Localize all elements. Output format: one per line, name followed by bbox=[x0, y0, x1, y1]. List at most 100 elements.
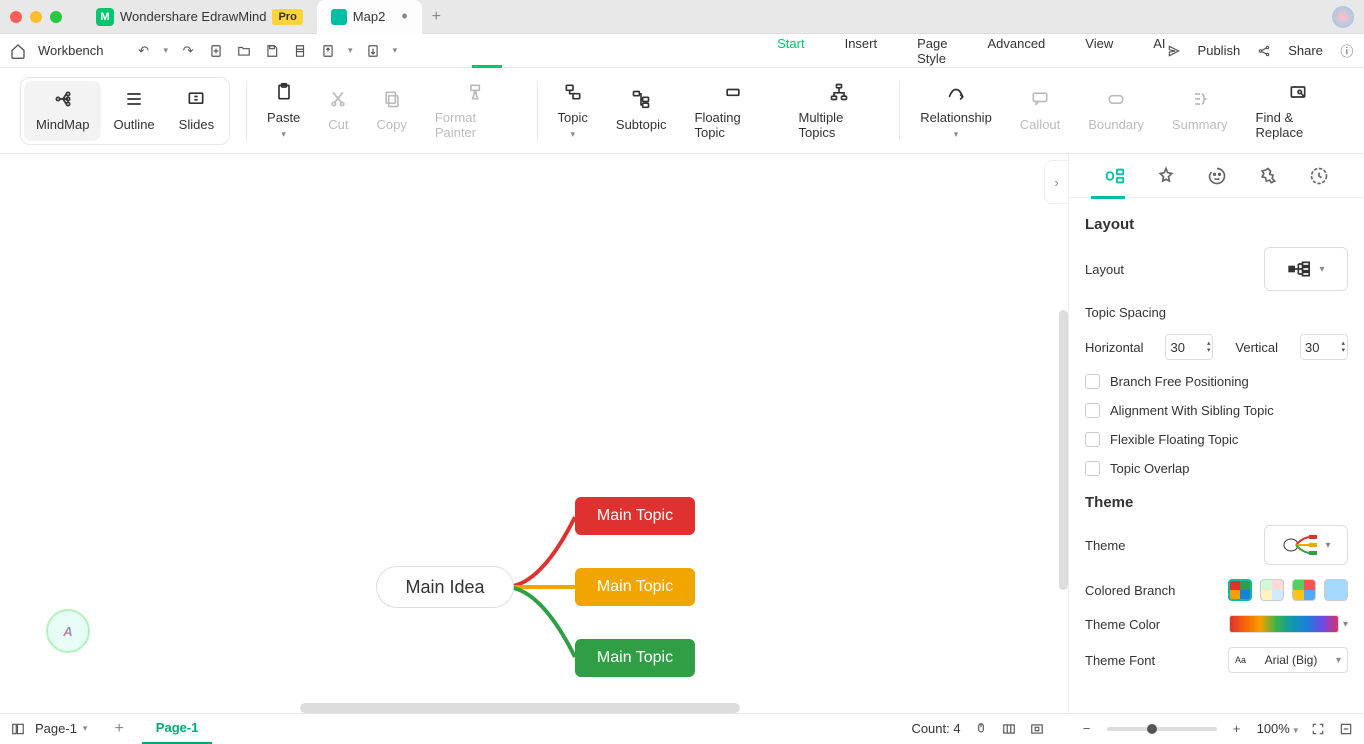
main-menu: Start Insert Page Style Advanced View AI bbox=[777, 36, 1165, 66]
flexible-floating-checkbox[interactable]: Flexible Floating Topic bbox=[1085, 432, 1348, 447]
paste-button[interactable]: Paste ▾ bbox=[253, 74, 314, 148]
icon-tab-icon[interactable] bbox=[1205, 164, 1229, 188]
close-window-icon[interactable] bbox=[10, 11, 22, 23]
multiple-topics-label: Multiple Topics bbox=[799, 110, 880, 140]
zoom-out-button[interactable]: − bbox=[1079, 721, 1095, 737]
boundary-button[interactable]: Boundary bbox=[1074, 76, 1158, 146]
menu-view[interactable]: View bbox=[1085, 36, 1113, 66]
find-replace-label: Find & Replace bbox=[1256, 110, 1340, 140]
home-icon[interactable] bbox=[10, 43, 26, 59]
unsaved-indicator: • bbox=[401, 6, 407, 27]
central-topic-node[interactable]: Main Idea bbox=[376, 566, 514, 608]
callout-button[interactable]: Callout bbox=[1006, 76, 1074, 146]
colored-branch-swatches bbox=[1228, 579, 1348, 601]
theme-color-selector[interactable]: ▾ bbox=[1229, 615, 1348, 633]
new-tab-button[interactable]: + bbox=[422, 8, 451, 26]
relationship-button[interactable]: Relationship ▾ bbox=[906, 74, 1006, 148]
fullscreen-icon[interactable] bbox=[1310, 721, 1326, 737]
redo-icon[interactable]: ↷ bbox=[180, 43, 196, 59]
center-view-icon[interactable] bbox=[1029, 721, 1045, 737]
subtopic-button[interactable]: Subtopic bbox=[602, 76, 681, 146]
horizontal-spacing-input[interactable]: 30▴▾ bbox=[1165, 334, 1213, 360]
cut-button[interactable]: Cut bbox=[314, 76, 362, 146]
copy-button[interactable]: Copy bbox=[363, 76, 421, 146]
fit-view-icon[interactable] bbox=[1001, 721, 1017, 737]
copy-label: Copy bbox=[377, 117, 407, 132]
user-avatar[interactable] bbox=[1332, 6, 1354, 28]
main-topic-node[interactable]: Main Topic bbox=[575, 639, 695, 677]
layout-tab-icon[interactable] bbox=[1103, 164, 1127, 188]
pages-panel-icon[interactable] bbox=[10, 721, 26, 737]
page-selector[interactable]: Page-1▾ bbox=[26, 718, 96, 739]
theme-font-selector[interactable]: AaArial (Big)▾ bbox=[1228, 647, 1348, 673]
topic-overlap-checkbox[interactable]: Topic Overlap bbox=[1085, 461, 1348, 476]
import-icon[interactable] bbox=[365, 43, 381, 59]
minimize-window-icon[interactable] bbox=[30, 11, 42, 23]
branch-swatch[interactable] bbox=[1292, 579, 1316, 601]
find-replace-button[interactable]: Find & Replace bbox=[1242, 74, 1354, 148]
colored-branch-label: Colored Branch bbox=[1085, 583, 1175, 598]
new-file-icon[interactable] bbox=[208, 43, 224, 59]
view-outline-label: Outline bbox=[113, 117, 154, 132]
horizontal-scrollbar[interactable] bbox=[300, 703, 740, 713]
main-topic-node[interactable]: Main Topic bbox=[575, 497, 695, 535]
help-icon[interactable]: ⓘ bbox=[1339, 43, 1355, 59]
topic-label: Topic bbox=[558, 110, 588, 125]
format-panel: Layout Layout ▾ Topic Spacing Horizontal… bbox=[1068, 154, 1364, 713]
maximize-window-icon[interactable] bbox=[50, 11, 62, 23]
zoom-in-button[interactable]: + bbox=[1229, 721, 1245, 737]
floating-topic-button[interactable]: Floating Topic bbox=[681, 74, 785, 148]
layout-section-title: Layout bbox=[1085, 216, 1348, 233]
menu-start[interactable]: Start bbox=[777, 36, 804, 66]
topic-button[interactable]: Topic ▾ bbox=[544, 74, 602, 148]
mindmap-canvas[interactable]: Main Idea Main Topic Main Topic Main Top… bbox=[0, 154, 1068, 713]
branch-swatch[interactable] bbox=[1324, 579, 1348, 601]
view-slides[interactable]: Slides bbox=[167, 81, 226, 141]
vertical-spacing-input[interactable]: 30▴▾ bbox=[1300, 334, 1348, 360]
clipart-tab-icon[interactable] bbox=[1256, 164, 1280, 188]
page-tab[interactable]: Page-1 bbox=[142, 714, 213, 744]
publish-icon bbox=[1166, 43, 1182, 59]
minimize-panel-icon[interactable] bbox=[1338, 721, 1354, 737]
main-topic-label: Main Topic bbox=[597, 507, 673, 525]
publish-button[interactable]: Publish bbox=[1198, 43, 1241, 58]
document-tab[interactable]: Map2 • bbox=[317, 0, 422, 34]
style-tab-icon[interactable] bbox=[1154, 164, 1178, 188]
window-controls bbox=[10, 11, 62, 23]
summary-label: Summary bbox=[1172, 117, 1228, 132]
add-page-button[interactable]: + bbox=[96, 720, 141, 738]
menu-ai[interactable]: AI bbox=[1153, 36, 1165, 66]
subtopic-label: Subtopic bbox=[616, 117, 667, 132]
save-icon[interactable] bbox=[264, 43, 280, 59]
main-topic-node[interactable]: Main Topic bbox=[575, 568, 695, 606]
view-outline[interactable]: Outline bbox=[101, 81, 166, 141]
branch-swatch[interactable] bbox=[1260, 579, 1284, 601]
branch-swatch[interactable] bbox=[1228, 579, 1252, 601]
workbench-link[interactable]: Workbench bbox=[38, 43, 104, 58]
collapse-panel-button[interactable]: › bbox=[1044, 160, 1068, 204]
alignment-checkbox[interactable]: Alignment With Sibling Topic bbox=[1085, 403, 1348, 418]
branch-free-checkbox[interactable]: Branch Free Positioning bbox=[1085, 374, 1348, 389]
undo-icon[interactable]: ↶ bbox=[136, 43, 152, 59]
vertical-scrollbar[interactable] bbox=[1059, 310, 1068, 590]
top-toolbar: Workbench ↶ ▾ ↷ ▾ ▾ Start Insert Page St… bbox=[0, 34, 1364, 68]
zoom-slider[interactable] bbox=[1107, 727, 1217, 731]
export-icon[interactable] bbox=[320, 43, 336, 59]
history-tab-icon[interactable] bbox=[1307, 164, 1331, 188]
menu-page-style[interactable]: Page Style bbox=[917, 36, 947, 66]
open-file-icon[interactable] bbox=[236, 43, 252, 59]
share-button[interactable]: Share bbox=[1288, 43, 1323, 58]
format-painter-button[interactable]: Format Painter bbox=[421, 74, 531, 148]
view-mindmap[interactable]: MindMap bbox=[24, 81, 101, 141]
layout-selector[interactable]: ▾ bbox=[1264, 247, 1348, 291]
theme-selector[interactable]: ▾ bbox=[1264, 525, 1348, 565]
menu-insert[interactable]: Insert bbox=[845, 36, 878, 66]
print-icon[interactable] bbox=[292, 43, 308, 59]
mouse-mode-icon[interactable] bbox=[973, 721, 989, 737]
menu-advanced[interactable]: Advanced bbox=[987, 36, 1045, 66]
horizontal-spacing-label: Horizontal bbox=[1085, 340, 1144, 355]
summary-button[interactable]: Summary bbox=[1158, 76, 1242, 146]
zoom-level[interactable]: 100% ▾ bbox=[1257, 721, 1298, 736]
ai-assistant-button[interactable]: A bbox=[46, 609, 90, 653]
multiple-topics-button[interactable]: Multiple Topics bbox=[785, 74, 894, 148]
